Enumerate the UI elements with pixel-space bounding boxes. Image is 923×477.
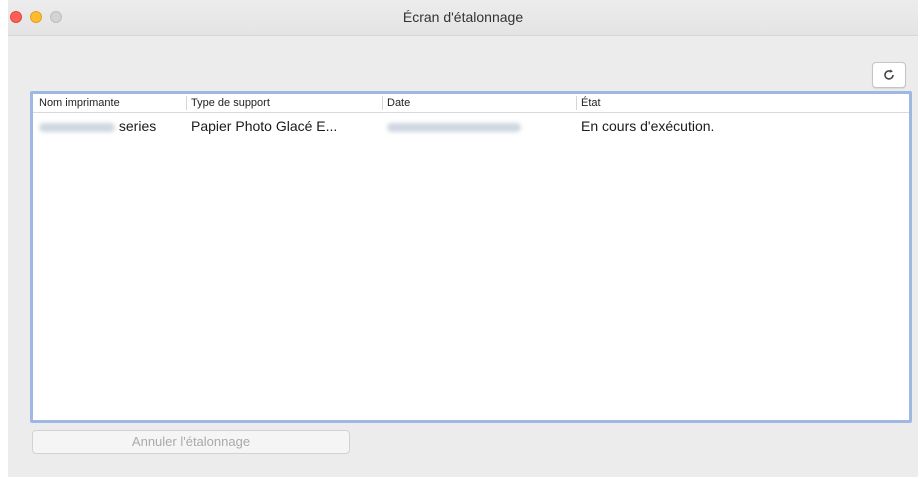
refresh-icon bbox=[884, 69, 894, 80]
status-cell: En cours d'exécution. bbox=[581, 118, 715, 134]
column-divider[interactable] bbox=[382, 96, 383, 110]
table-row[interactable]: series Papier Photo Glacé E... En cours … bbox=[33, 114, 909, 136]
cancel-calibration-button[interactable]: Annuler l'étalonnage bbox=[32, 430, 350, 454]
title-bar: Écran d'étalonnage bbox=[8, 0, 918, 36]
redacted-date bbox=[387, 122, 521, 132]
printer-name-suffix: series bbox=[118, 118, 157, 134]
window-title: Écran d'étalonnage bbox=[402, 9, 524, 25]
table-header: Nom imprimante Type de support Date État bbox=[33, 94, 909, 113]
column-header-media-type[interactable]: Type de support bbox=[191, 97, 270, 109]
column-header-date[interactable]: Date bbox=[387, 97, 410, 109]
refresh-button[interactable] bbox=[872, 62, 906, 88]
column-header-printer-name[interactable]: Nom imprimante bbox=[39, 97, 120, 109]
redacted-printer-model bbox=[39, 122, 115, 132]
column-divider[interactable] bbox=[576, 96, 577, 110]
media-type-cell: Papier Photo Glacé E... bbox=[191, 118, 338, 134]
calibration-window: Écran d'étalonnage Nom imprimante Type d… bbox=[8, 0, 918, 477]
column-divider[interactable] bbox=[186, 96, 187, 110]
printer-name-cell: series bbox=[39, 118, 156, 134]
column-header-status[interactable]: État bbox=[581, 97, 601, 109]
date-cell bbox=[387, 118, 521, 134]
calibration-table[interactable]: Nom imprimante Type de support Date État… bbox=[30, 91, 912, 423]
